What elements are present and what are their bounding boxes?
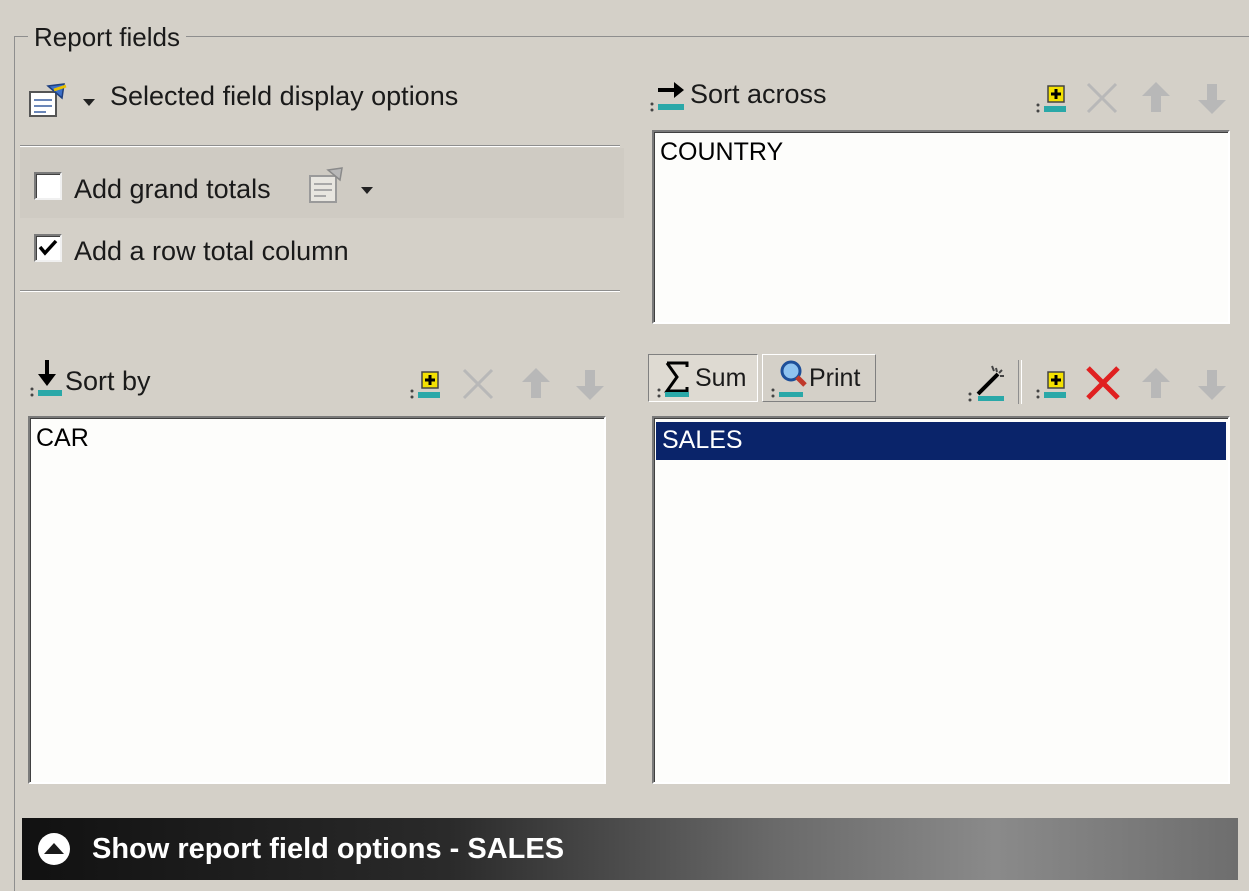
print-label: Print [809,363,861,392]
sort-across-list[interactable]: COUNTRY [652,130,1230,324]
display-options-dropdown-icon[interactable] [82,94,96,106]
sort-by-icon [30,358,64,400]
print-button[interactable]: Print [762,354,876,402]
display-options-icon[interactable] [26,82,70,118]
move-up-icon[interactable] [520,366,552,402]
divider [20,145,620,147]
sort-across-icon [650,76,688,116]
add-field-icon[interactable] [1034,80,1068,116]
grand-totals-label: Add grand totals [74,174,271,204]
group-title: Report fields [28,22,186,53]
add-field-icon[interactable] [408,366,442,402]
toolbar-separator [1018,360,1022,404]
divider [20,290,620,292]
sigma-icon [657,361,689,398]
magnifier-icon [771,360,807,398]
delete-icon[interactable] [1084,80,1120,116]
field-options-label[interactable]: Show report field options - SALES [92,833,564,866]
sort-by-list[interactable]: CAR [28,416,606,784]
row-total-checkbox[interactable] [34,234,62,262]
move-up-icon[interactable] [1140,80,1172,116]
move-down-icon[interactable] [574,366,606,402]
measures-list[interactable]: SALES [652,416,1230,784]
sort-across-label: Sort across [690,79,827,109]
display-options-label[interactable]: Selected field display options [110,81,458,112]
magic-wand-icon[interactable] [966,364,1010,404]
list-item[interactable]: CAR [30,418,604,458]
delete-icon[interactable] [1084,364,1122,402]
field-options-bar[interactable]: Show report field options - SALES [22,818,1238,880]
grand-totals-checkbox[interactable] [34,172,62,200]
grand-totals-dropdown-icon[interactable] [360,182,374,194]
sum-label: Sum [695,363,747,392]
move-down-icon[interactable] [1196,366,1228,402]
sum-button[interactable]: Sum [648,354,758,402]
list-item-selected[interactable]: SALES [656,422,1226,460]
delete-icon[interactable] [460,366,496,402]
checkmark-icon [38,239,58,256]
add-field-icon[interactable] [1034,366,1068,402]
row-total-label: Add a row total column [74,236,349,266]
grand-totals-options-icon[interactable] [306,166,346,206]
list-item[interactable]: COUNTRY [654,132,1228,172]
move-up-icon[interactable] [1140,366,1172,402]
expand-up-icon[interactable] [36,831,72,867]
sort-by-label: Sort by [65,366,151,396]
move-down-icon[interactable] [1196,80,1228,116]
